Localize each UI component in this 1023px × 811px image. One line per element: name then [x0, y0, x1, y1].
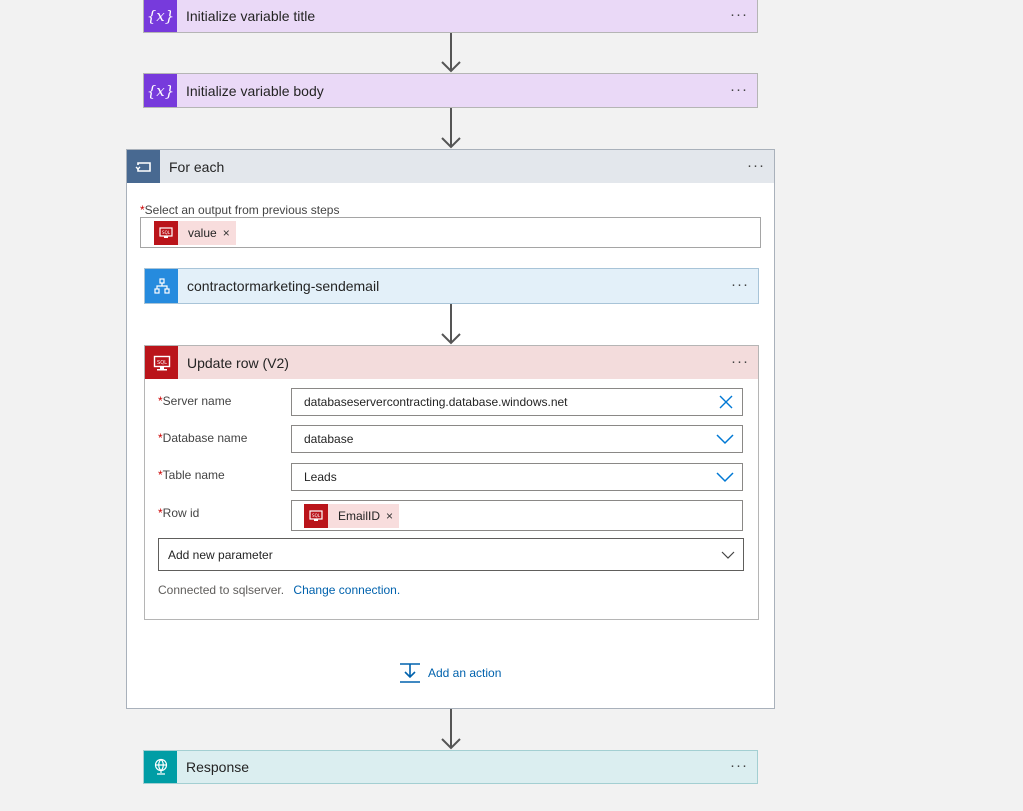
add-action-label: Add an action — [428, 666, 502, 680]
database-name-select[interactable]: database — [291, 425, 743, 453]
sql-icon: SQL — [304, 503, 328, 528]
connector-arrow — [441, 33, 461, 73]
more-options-button[interactable]: ··· — [731, 276, 749, 293]
more-options-button[interactable]: ··· — [747, 156, 765, 173]
workflow-icon — [145, 269, 178, 303]
update-row-header[interactable]: SQL Update row (V2) ··· — [145, 346, 758, 379]
select-output-field[interactable]: SQL value × — [140, 217, 761, 248]
more-options-button[interactable]: ··· — [730, 80, 748, 97]
connector-arrow — [441, 709, 461, 750]
add-action-icon — [399, 662, 421, 684]
change-connection-link[interactable]: Change connection. — [293, 583, 400, 597]
more-options-button[interactable]: ··· — [730, 5, 748, 22]
step-title: For each — [169, 158, 225, 175]
svg-text:SQL: SQL — [157, 360, 167, 366]
step-title: Update row (V2) — [187, 354, 289, 371]
remove-token-button[interactable]: × — [386, 509, 399, 523]
step-title: Initialize variable title — [186, 7, 316, 24]
svg-text:SQL: SQL — [162, 230, 171, 235]
clear-icon[interactable] — [718, 394, 734, 413]
step-title: Response — [186, 759, 250, 775]
variable-icon: {x} — [144, 74, 177, 107]
add-action-button[interactable]: Add an action — [399, 662, 501, 684]
connector-arrow — [441, 304, 461, 345]
chevron-down-icon[interactable] — [716, 471, 734, 486]
globe-icon — [144, 751, 177, 783]
emailid-token: SQL EmailID × — [304, 503, 400, 528]
connection-info: Connected to sqlserver. Change connectio… — [158, 583, 400, 597]
loop-icon — [127, 150, 160, 183]
more-options-button[interactable]: ··· — [730, 757, 748, 774]
step-update-row: SQL Update row (V2) ··· *Server name dat… — [144, 345, 759, 620]
step-init-variable-body[interactable]: {x} Initialize variable body ··· — [143, 73, 758, 108]
step-init-variable-title[interactable]: {x} Initialize variable title ··· — [143, 0, 758, 33]
step-response[interactable]: Response ··· — [143, 750, 758, 784]
step-title: Initialize variable body — [186, 82, 324, 99]
add-new-parameter-select[interactable]: Add new parameter — [158, 538, 744, 571]
svg-text:SQL: SQL — [312, 513, 321, 518]
server-name-label: *Server name — [158, 394, 232, 408]
server-name-input[interactable]: databaseservercontracting.database.windo… — [291, 388, 743, 416]
for-each-header[interactable]: For each ··· — [127, 150, 774, 183]
step-send-email[interactable]: contractormarketing-sendemail ··· — [144, 268, 759, 304]
sql-icon: SQL — [145, 346, 178, 379]
sql-icon: SQL — [154, 220, 178, 245]
table-name-label: *Table name — [158, 468, 225, 482]
step-title: contractormarketing-sendemail — [187, 278, 380, 294]
row-id-label: *Row id — [158, 506, 200, 520]
for-each-container: For each ··· *Select an output from prev… — [126, 149, 775, 709]
database-name-label: *Database name — [158, 431, 248, 445]
value-token: SQL value × — [154, 220, 236, 245]
table-name-select[interactable]: Leads — [291, 463, 743, 491]
remove-token-button[interactable]: × — [223, 226, 236, 240]
row-id-input[interactable]: SQL EmailID × — [291, 500, 743, 531]
select-output-label: *Select an output from previous steps — [140, 203, 340, 217]
connector-arrow — [441, 108, 461, 149]
variable-icon: {x} — [144, 0, 177, 32]
chevron-down-icon[interactable] — [721, 549, 735, 563]
chevron-down-icon[interactable] — [716, 433, 734, 448]
connected-text: Connected to sqlserver. — [158, 583, 285, 597]
more-options-button[interactable]: ··· — [731, 352, 749, 369]
